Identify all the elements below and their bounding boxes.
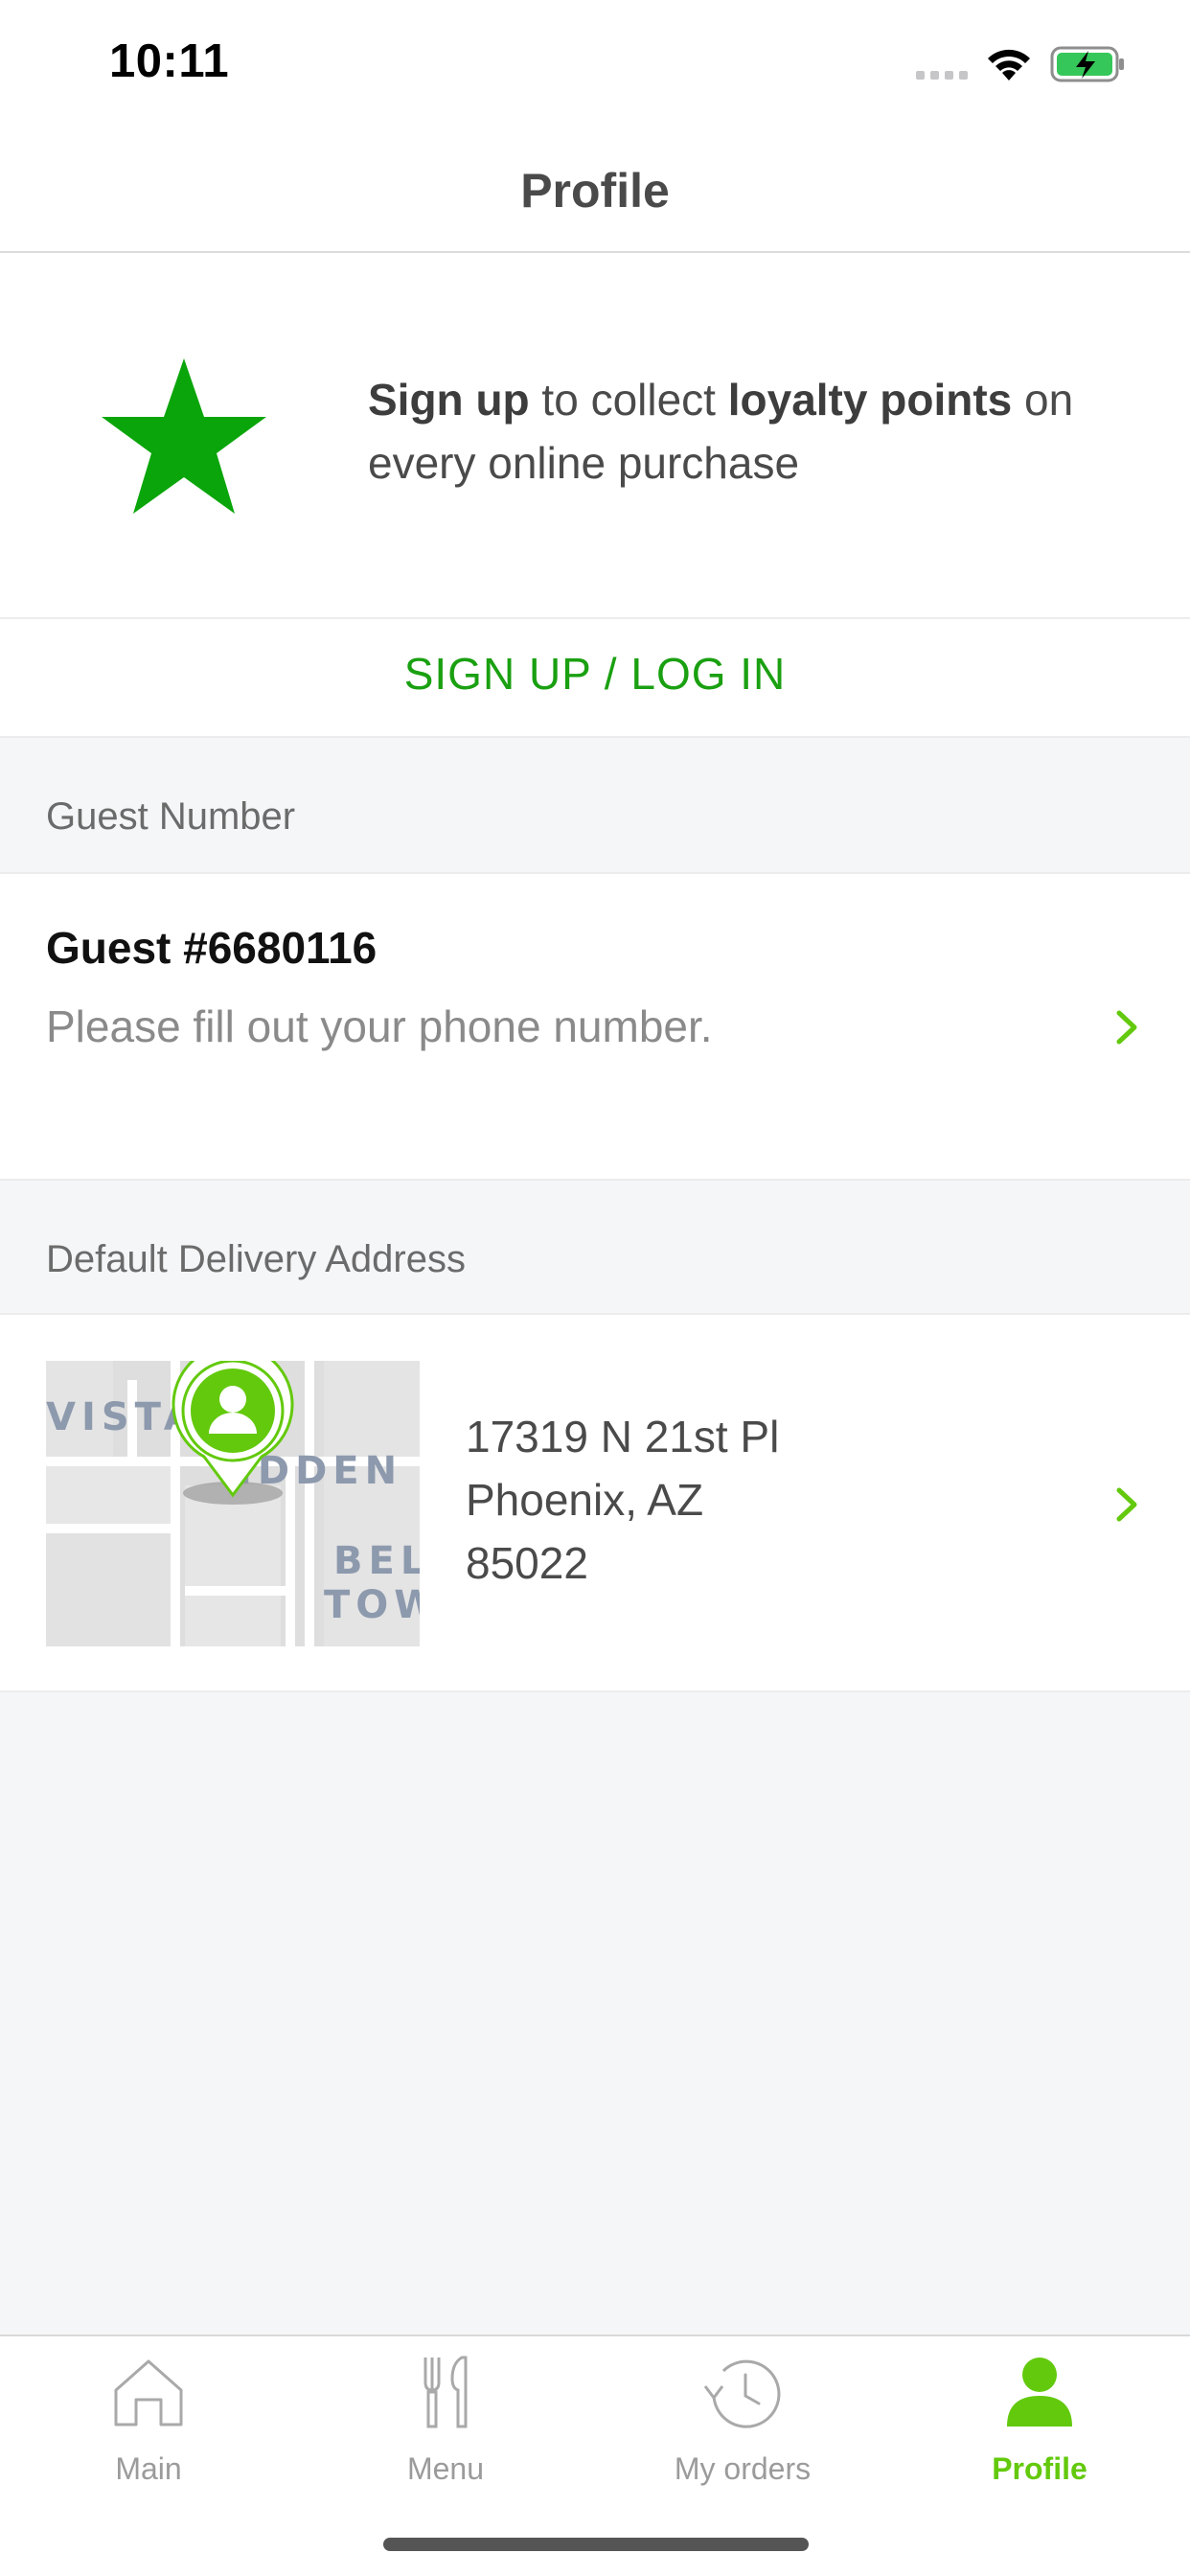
map-label: TOW [324, 1583, 420, 1627]
history-icon [703, 2359, 781, 2428]
tab-my-orders[interactable]: My orders [594, 2334, 891, 2507]
wifi-icon [988, 49, 1030, 80]
home-icon [114, 2359, 183, 2426]
address-line2: Phoenix, AZ [466, 1475, 704, 1525]
tab-menu[interactable]: Menu [297, 2334, 594, 2507]
signup-login-label[interactable]: SIGN UP / LOG IN [0, 648, 1190, 700]
status-time: 10:11 [109, 35, 230, 87]
tab-my-orders-label: My orders [674, 2451, 812, 2486]
star-icon [102, 358, 266, 514]
cellular-signal-icon [916, 71, 970, 80]
battery-charging-icon [1050, 46, 1124, 82]
loyalty-promo-text: Sign up to collect loyalty points on eve… [368, 375, 1074, 488]
guest-number-title: Guest #6680116 [46, 923, 378, 973]
chevron-right-icon[interactable] [1111, 1008, 1140, 1046]
guest-number-subtitle: Please fill out your phone number. [46, 1001, 713, 1051]
tab-main[interactable]: Main [0, 2334, 297, 2507]
delivery-address-text: 17319 N 21st Pl Phoenix, AZ 85022 [466, 1405, 779, 1595]
home-indicator [383, 2538, 809, 2551]
page-title: Profile [520, 164, 670, 218]
delivery-address-header: Default Delivery Address [46, 1238, 466, 1280]
chevron-right-icon[interactable] [1111, 1485, 1140, 1524]
tab-profile-label: Profile [992, 2451, 1087, 2486]
address-line1: 17319 N 21st Pl [466, 1412, 780, 1461]
tab-main-label: Main [115, 2451, 182, 2486]
guest-number-header: Guest Number [46, 795, 296, 838]
address-line3: 85022 [466, 1538, 588, 1588]
tab-profile[interactable]: Profile [891, 2334, 1188, 2507]
utensils-icon [423, 2356, 468, 2428]
person-icon [1007, 2358, 1072, 2426]
map-thumbnail: VISTA IDDEN BEL TOW [46, 1361, 420, 1646]
map-label: BEL [333, 1539, 420, 1583]
tab-menu-label: Menu [406, 2451, 485, 2486]
